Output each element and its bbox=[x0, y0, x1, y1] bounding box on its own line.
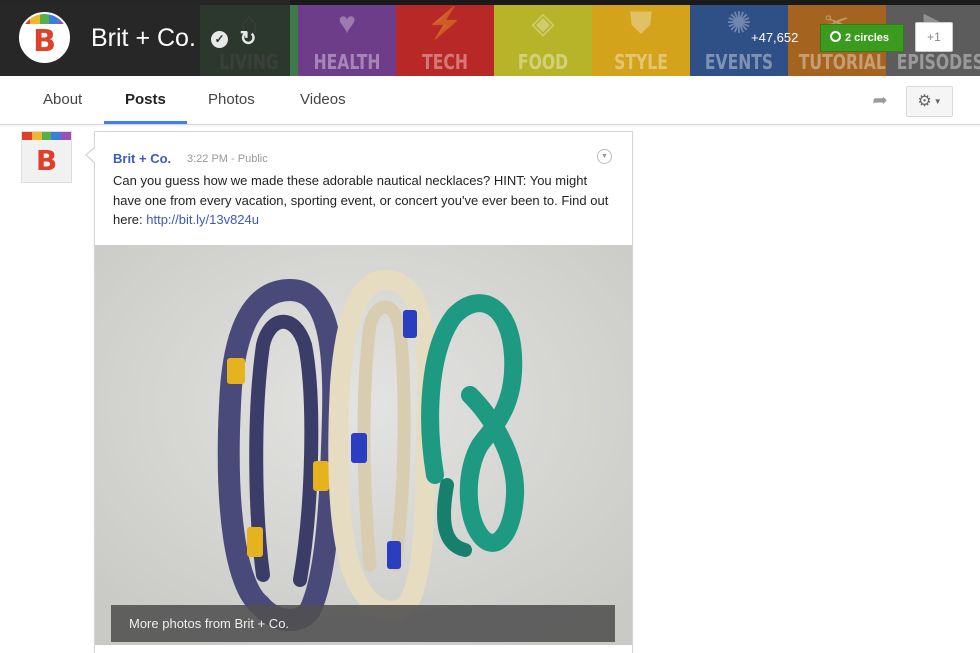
shirt-icon: ⛊ bbox=[629, 7, 653, 40]
more-photos-link[interactable]: More photos from Brit + Co. bbox=[111, 605, 615, 642]
stripe-segment bbox=[41, 132, 52, 140]
stripe-segment bbox=[51, 132, 62, 140]
avatar-color-stripe bbox=[21, 14, 68, 24]
cover-tile-food: ◈ FOOD bbox=[494, 0, 592, 76]
stripe-segment bbox=[31, 132, 42, 140]
cover-tile-label: EPISODES bbox=[896, 50, 980, 74]
page-avatar[interactable]: B bbox=[19, 12, 70, 63]
cover-tile-tech: ⚡ TECH bbox=[396, 0, 494, 76]
page-identity: B Brit + Co. ✓ ↻ bbox=[0, 0, 290, 76]
post-card-pointer-fill bbox=[87, 147, 96, 163]
post-link[interactable]: http://bit.ly/13v824u bbox=[146, 212, 259, 227]
stripe-segment bbox=[30, 14, 40, 24]
cover-tile-health: ♥ HEALTH bbox=[298, 0, 396, 76]
post-body: Can you guess how we made these adorable… bbox=[113, 171, 613, 230]
cover-tile-label: EVENTS bbox=[704, 50, 774, 74]
cover-banner: ⌂LIVING♥HEALTH⚡TECH◈FOOD⛊STYLE✺EVENTS✂TU… bbox=[0, 0, 980, 76]
post-timestamp[interactable]: 3:22 PM bbox=[187, 153, 228, 165]
share-icon[interactable]: ➦ bbox=[869, 89, 891, 111]
post-author-name[interactable]: Brit + Co. bbox=[113, 151, 171, 167]
verified-icon: ✓ bbox=[211, 31, 228, 48]
circle-icon bbox=[830, 31, 841, 42]
tab-posts[interactable]: Posts bbox=[125, 76, 166, 125]
tab-videos[interactable]: Videos bbox=[300, 76, 346, 125]
post-photo[interactable] bbox=[95, 245, 632, 645]
cover-tile-label: STYLE bbox=[614, 50, 668, 74]
meta-separator: - bbox=[231, 153, 235, 165]
tab-about[interactable]: About bbox=[43, 76, 82, 125]
post-visibility: Public bbox=[237, 153, 268, 165]
circles-button[interactable]: 2 circles bbox=[820, 24, 904, 52]
plug-icon: ⚡ bbox=[426, 7, 464, 40]
necklaces-image bbox=[95, 245, 632, 645]
avatar-letter: B bbox=[35, 144, 58, 177]
settings-button[interactable]: ⚙ ▼ bbox=[906, 86, 953, 117]
cover-tile-style: ⛊ STYLE bbox=[592, 0, 690, 76]
avatar-color-stripe bbox=[22, 132, 71, 140]
heart-icon: ♥ bbox=[338, 7, 356, 40]
chevron-down-icon: ▼ bbox=[933, 97, 942, 106]
cover-tile-label: TECH bbox=[422, 50, 468, 74]
google-plus-page: ⌂LIVING♥HEALTH⚡TECH◈FOOD⛊STYLE✺EVENTS✂TU… bbox=[0, 0, 980, 653]
active-tab-indicator bbox=[104, 121, 187, 124]
stripe-segment bbox=[61, 132, 71, 140]
stripe-segment bbox=[21, 14, 31, 24]
cake-icon: ◈ bbox=[531, 7, 555, 40]
tab-photos[interactable]: Photos bbox=[208, 76, 255, 125]
stripe-segment bbox=[22, 132, 32, 140]
stripe-segment bbox=[39, 14, 50, 24]
stripe-segment bbox=[58, 14, 68, 24]
cover-tile-label: TUTORIALS bbox=[798, 50, 886, 74]
follower-count: +47,652 bbox=[751, 30, 799, 45]
local-page-icon: ↻ bbox=[239, 28, 257, 50]
page-title[interactable]: Brit + Co. bbox=[91, 23, 196, 53]
cover-tile-label: FOOD bbox=[517, 50, 569, 74]
profile-tabs: About Posts Photos Videos bbox=[0, 76, 980, 125]
circles-label: 2 circles bbox=[845, 32, 890, 44]
stripe-segment bbox=[49, 14, 59, 24]
gear-icon: ⚙ bbox=[917, 93, 932, 110]
post-author-avatar[interactable]: B bbox=[21, 131, 72, 183]
post-menu-chevron-icon[interactable]: ▼ bbox=[597, 149, 612, 164]
plus-one-button[interactable]: +1 bbox=[915, 22, 953, 52]
avatar-letter: B bbox=[33, 24, 56, 59]
cover-tile-label: HEALTH bbox=[313, 50, 381, 74]
post-meta: 3:22 PM - Public bbox=[187, 152, 268, 167]
